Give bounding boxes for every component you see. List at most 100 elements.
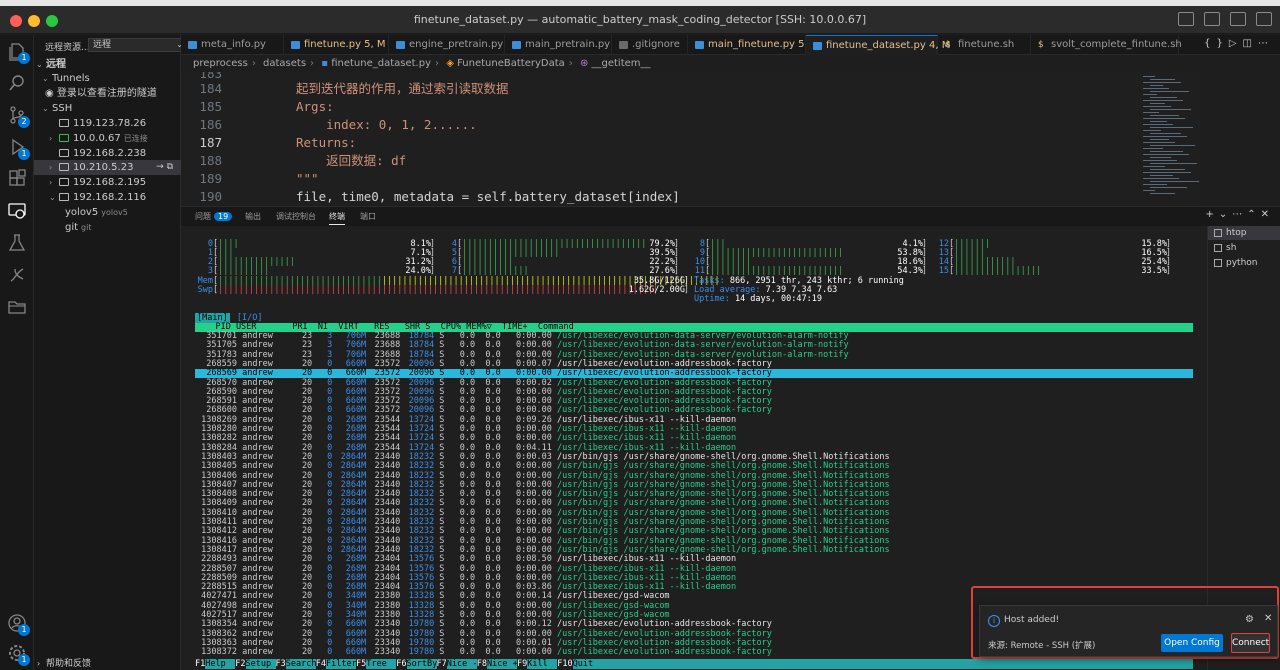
breadcrumb-item[interactable]: FunetuneBatteryData	[457, 58, 565, 69]
ssh-host-row[interactable]: › 10.210.5.23 → ⧉	[34, 160, 181, 175]
fkey-label[interactable]: Nice +	[487, 659, 518, 669]
fkey-key[interactable]: F8	[476, 659, 487, 669]
fkey-label[interactable]: Help	[205, 659, 235, 669]
tab-main-finetune[interactable]: main_finetune.py 5	[688, 35, 806, 55]
close-icon[interactable]: ✕	[1264, 613, 1272, 624]
tab-gitignore[interactable]: .gitignore	[612, 35, 688, 55]
manage-gear-icon[interactable]: 1	[7, 643, 30, 666]
fkey-key[interactable]: F1	[195, 659, 206, 669]
tab-finetune[interactable]: finetune.py 5, M	[284, 35, 389, 55]
terminal-icon	[1214, 229, 1222, 237]
accounts-icon[interactable]: 1	[7, 613, 30, 636]
run-debug-icon[interactable]: 1	[7, 137, 30, 160]
breadcrumb-item[interactable]: datasets	[263, 58, 306, 69]
tab-finetune-dataset[interactable]: finetune_dataset.py 4, M	[806, 35, 950, 55]
help-feedback-section[interactable]: › 帮助和反馈	[34, 657, 181, 670]
explorer-icon[interactable]: 1	[7, 41, 30, 64]
more-actions-icon[interactable]: ⋯	[1232, 209, 1247, 220]
testing-icon[interactable]	[7, 233, 27, 253]
terminal-item-htop[interactable]: htop	[1208, 226, 1280, 240]
fkey-label[interactable]: Kill	[527, 659, 557, 669]
fkey-key[interactable]: F2	[235, 659, 246, 669]
search-icon[interactable]	[7, 73, 27, 93]
open-config-button[interactable]: Open Config	[1161, 634, 1223, 652]
fkey-key[interactable]: F5	[356, 659, 367, 669]
toggle-secondary-sidebar-icon[interactable]	[1230, 12, 1246, 26]
extensions-icon[interactable]	[7, 169, 27, 189]
tab-main-pretrain[interactable]: main_pretrain.py	[505, 35, 612, 55]
json-icon[interactable]: {}	[1204, 38, 1229, 49]
minimap-line	[1143, 124, 1173, 125]
folder-icon[interactable]	[7, 297, 27, 317]
minimap-line	[1143, 106, 1171, 107]
customize-layout-icon[interactable]	[1256, 12, 1272, 26]
python-icon[interactable]	[7, 265, 27, 285]
terminal-item-python[interactable]: python	[1208, 256, 1280, 270]
tree-item-tunnels[interactable]: ⌄ Tunnels	[34, 71, 181, 86]
remote-type-select[interactable]: 远程 ⌄	[88, 38, 188, 52]
remote-explorer-icon[interactable]	[7, 201, 27, 221]
cpu-meter: 7[||||||||||||| 27.6%]	[439, 267, 679, 276]
tab-svolt-complete-fintune[interactable]: $ svolt_complete_fintune.sh	[1031, 35, 1182, 55]
fkey-label[interactable]: Search	[286, 659, 317, 669]
new-terminal-icon[interactable]: +⌄	[1205, 209, 1232, 220]
connect-button[interactable]: Connect	[1231, 633, 1270, 653]
tab-finetune-sh[interactable]: $ finetune.sh	[938, 35, 1031, 55]
terminal-name: sh	[1226, 243, 1237, 253]
maximize-panel-icon[interactable]: ⌃	[1247, 209, 1260, 220]
split-editor-icon[interactable]: ◫	[1243, 38, 1258, 49]
fkey-label[interactable]: Filter	[326, 659, 357, 669]
section-remote[interactable]: ⌄ 远程	[34, 57, 181, 72]
chevron-right-icon: ›	[251, 58, 256, 69]
fkey-key[interactable]: F6	[396, 659, 407, 669]
fkey-label[interactable]: Nice -	[447, 659, 478, 669]
breadcrumb-item[interactable]: __getitem__	[592, 58, 651, 69]
fkey-label[interactable]: Quit	[573, 659, 613, 669]
ssh-folder-row[interactable]: yolov5 yolov5	[34, 205, 181, 220]
chevron-right-icon: ›	[49, 178, 53, 187]
tab-terminal[interactable]: 终端	[329, 211, 345, 225]
close-panel-icon[interactable]: ✕	[1261, 209, 1274, 220]
fkey-key[interactable]: F7	[436, 659, 447, 669]
ssh-host-row[interactable]: › 192.168.2.195	[34, 175, 181, 190]
tab-label: meta_info.py	[201, 39, 266, 50]
connect-in-window-icon[interactable]: → ⧉	[156, 160, 173, 175]
gear-icon[interactable]: ⚙	[1245, 614, 1254, 625]
title-bar: finetune_dataset.py — automatic_battery_…	[0, 6, 1280, 34]
breadcrumb-item[interactable]: preprocess	[193, 58, 248, 69]
process-virt: 706M	[345, 340, 367, 351]
toggle-sidebar-icon[interactable]	[1178, 12, 1194, 26]
ssh-host-row[interactable]: › 10.0.0.67 已连接	[34, 131, 181, 146]
toggle-panel-icon[interactable]	[1204, 12, 1220, 26]
run-icon[interactable]: ▷	[1229, 38, 1243, 49]
tree-item-ssh[interactable]: ⌄ SSH	[34, 101, 181, 116]
minimap[interactable]	[1135, 72, 1201, 205]
source-control-icon[interactable]: 2	[7, 105, 30, 128]
tab-debug-console[interactable]: 调试控制台	[276, 211, 316, 222]
fkey-key[interactable]: F9	[517, 659, 528, 669]
terminal-item-sh[interactable]: sh	[1208, 241, 1280, 255]
tab-output[interactable]: 输出	[245, 211, 261, 222]
tree-item-tunnels-login[interactable]: ◉ 登录以查看注册的隧道	[34, 86, 181, 101]
tab-ports[interactable]: 端口	[360, 211, 376, 222]
process-ni: 0	[327, 433, 333, 444]
minimap-line	[1150, 133, 1181, 134]
tab-engine-pretrain[interactable]: engine_pretrain.py	[389, 35, 505, 55]
ssh-host-row[interactable]: ⌄ 192.168.2.116	[34, 190, 181, 205]
tab-problems[interactable]: 问题 19	[195, 211, 233, 222]
process-shr: 18784	[408, 340, 435, 351]
fkey-label[interactable]: SortBy	[407, 659, 438, 669]
tab-meta-info[interactable]: meta_info.py	[181, 35, 284, 55]
ssh-host-row[interactable]: 119.123.78.26	[34, 116, 181, 131]
fkey-key[interactable]: F4	[315, 659, 326, 669]
code-editor[interactable]: 183 184 起到迭代器的作用，通过索引读取数据 185 Args: 186 in…	[181, 72, 1201, 205]
ssh-folder-row[interactable]: git git	[34, 220, 181, 235]
fkey-label[interactable]: Setup	[246, 659, 276, 669]
fkey-key[interactable]: F3	[275, 659, 286, 669]
ssh-host-row[interactable]: 192.168.2.238	[34, 146, 181, 161]
process-shr: 19780	[408, 647, 435, 658]
more-actions-icon[interactable]: ⋯	[1258, 38, 1274, 49]
fkey-key[interactable]: F10	[557, 659, 573, 669]
breadcrumb-item[interactable]: finetune_dataset.py	[331, 58, 431, 69]
fkey-label[interactable]: Tree	[366, 659, 396, 669]
